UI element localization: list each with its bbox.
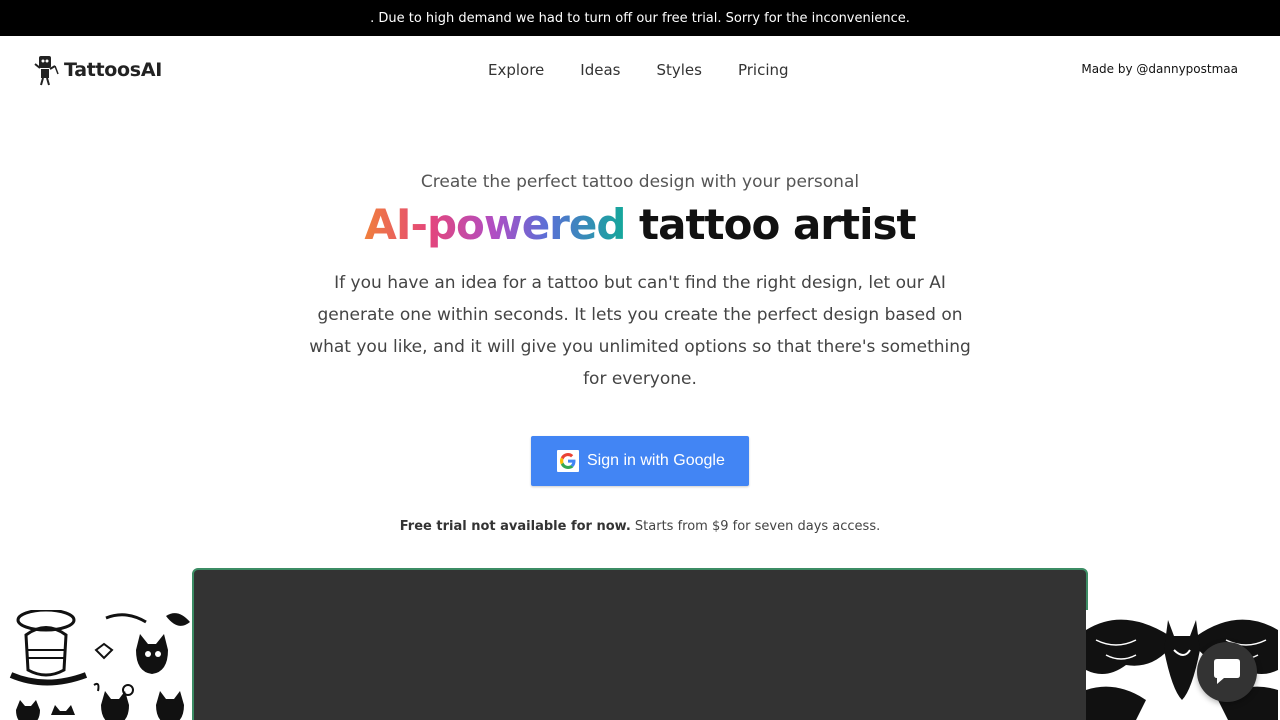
google-icon <box>557 450 579 472</box>
trial-note: Free trial not available for now. Starts… <box>0 519 1280 534</box>
nav-links: Explore Ideas Styles Pricing <box>470 60 807 80</box>
hero-subtitle: Create the perfect tattoo design with yo… <box>420 172 860 192</box>
nav-link-styles[interactable]: Styles <box>638 60 720 80</box>
headline-gradient-text: AI-powered <box>364 200 626 249</box>
google-signin-button[interactable]: Sign in with Google <box>531 436 749 486</box>
top-navigation: TattoosAI Explore Ideas Styles Pricing M… <box>0 36 1280 106</box>
tattoo-sample-cats-image <box>6 610 196 720</box>
nav-link-explore[interactable]: Explore <box>470 60 562 80</box>
trial-note-rest: Starts from $9 for seven days access. <box>630 519 881 534</box>
trial-note-bold: Free trial not available for now. <box>399 519 631 534</box>
announcement-banner: . Due to high demand we had to turn off … <box>0 0 1280 36</box>
hero-description: If you have an idea for a tattoo but can… <box>309 273 971 389</box>
chat-widget-button[interactable] <box>1197 642 1257 702</box>
logo-link[interactable]: TattoosAI <box>30 54 162 86</box>
logo-text: TattoosAI <box>64 59 162 81</box>
banner-text: . Due to high demand we had to turn off … <box>370 10 910 26</box>
nav-link-pricing[interactable]: Pricing <box>720 60 807 80</box>
chat-bubble-icon <box>1214 659 1240 684</box>
hero-section: Create the perfect tattoo design with yo… <box>0 160 1280 395</box>
demo-video-player[interactable] <box>192 568 1088 720</box>
headline-rest-text: tattoo artist <box>625 200 917 249</box>
hero-headline: AI-powered tattoo artist <box>0 200 1280 249</box>
robot-logo-icon <box>34 56 59 86</box>
google-signin-label: Sign in with Google <box>587 452 725 469</box>
nav-link-ideas[interactable]: Ideas <box>562 60 638 80</box>
made-by-link[interactable]: Made by @dannypostmaa <box>1081 62 1238 76</box>
